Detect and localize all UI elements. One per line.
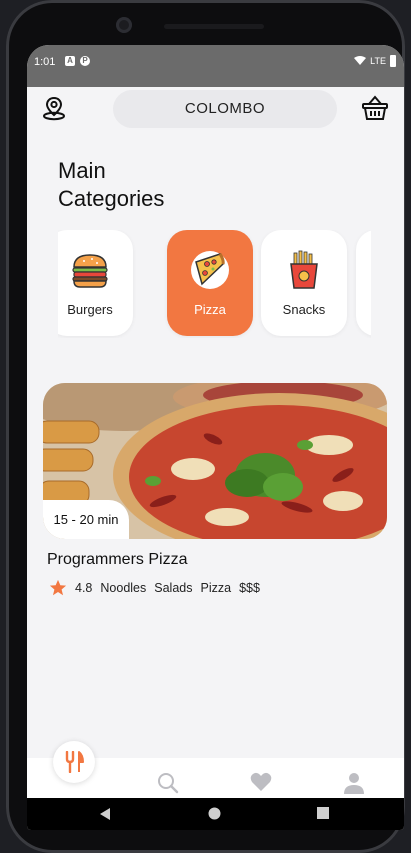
price-level: $$$ (239, 581, 260, 595)
restaurant-meta: 4.8 Noodles Salads Pizza $$$ (49, 579, 268, 597)
top-bar: COLOMBO (27, 87, 404, 131)
rating-value: 4.8 (75, 581, 93, 595)
battery-icon (390, 55, 396, 67)
front-camera (116, 17, 132, 33)
network-label: LTE (370, 56, 386, 66)
delivery-time-badge: 15 - 20 min (43, 500, 129, 539)
back-icon[interactable] (99, 807, 111, 821)
recents-icon[interactable] (317, 807, 329, 819)
tag: Salads (154, 581, 193, 595)
location-pin-icon[interactable] (41, 95, 67, 121)
location-selector[interactable]: COLOMBO (113, 90, 337, 128)
category-snacks[interactable]: Snacks (261, 230, 347, 336)
pizza-icon (191, 251, 229, 289)
notification-icon: P (80, 56, 90, 66)
category-label: Snacks (282, 302, 326, 317)
app-screen: 1:01 A P LTE COLOMBO Main Categories Bur… (27, 45, 404, 830)
star-icon (49, 579, 67, 596)
category-label: S (356, 302, 371, 317)
tag: Noodles (100, 581, 147, 595)
category-list: Burgers Pizza Snacks (58, 230, 371, 338)
category-pizza[interactable]: Pizza (167, 230, 253, 336)
tag: Pizza (200, 581, 232, 595)
burger-icon (72, 254, 108, 288)
notification-icon: A (65, 56, 75, 66)
status-right: LTE (354, 55, 396, 67)
status-bar: 1:01 A P LTE (27, 45, 404, 87)
search-icon[interactable] (157, 772, 179, 794)
basket-icon[interactable] (361, 94, 389, 122)
user-icon[interactable] (344, 772, 364, 794)
nav-home-button[interactable] (53, 741, 95, 783)
status-time: 1:01 (34, 56, 56, 68)
category-partial[interactable]: S (356, 230, 371, 336)
wifi-icon (354, 56, 367, 65)
home-icon[interactable] (208, 807, 221, 820)
category-label: Burgers (67, 302, 113, 317)
speaker-grille (164, 24, 264, 29)
restaurant-image[interactable]: 15 - 20 min (43, 383, 387, 539)
restaurant-name[interactable]: Programmers Pizza (47, 551, 187, 569)
android-nav-bar (27, 798, 404, 830)
phone-frame: 1:01 A P LTE COLOMBO Main Categories Bur… (6, 0, 405, 853)
fork-knife-icon (65, 751, 84, 773)
section-title: Main Categories (58, 158, 165, 211)
fries-icon (290, 250, 318, 289)
heart-icon[interactable] (250, 772, 272, 792)
category-burgers[interactable]: Burgers (58, 230, 133, 336)
category-label: Pizza (194, 302, 226, 317)
